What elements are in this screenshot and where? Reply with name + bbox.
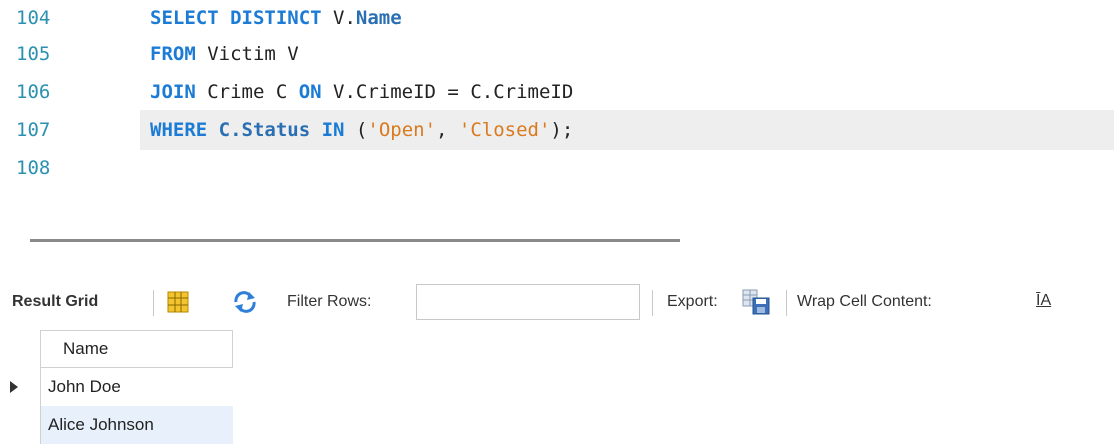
wrap-cell-content-label: Wrap Cell Content: — [797, 293, 932, 310]
line-number: 108 — [16, 157, 51, 179]
table-row[interactable]: Alice Johnson — [40, 406, 233, 444]
sql-keyword: WHERE — [150, 119, 219, 141]
export-icon[interactable] — [742, 289, 770, 315]
sql-identifier: C.Status — [218, 119, 322, 141]
sql-text: ( — [355, 119, 368, 141]
sql-text: , — [436, 119, 459, 141]
sql-keyword: IN — [321, 119, 356, 141]
refresh-icon[interactable] — [232, 291, 258, 313]
sql-text: V.CrimeID = C.CrimeID — [333, 81, 574, 103]
line-number: 107 — [16, 119, 51, 141]
result-grid-icon[interactable] — [167, 291, 189, 313]
sql-text: ); — [550, 119, 574, 141]
result-toolbar: Result Grid Filter Rows: Export: Wrap Ce… — [0, 280, 1114, 326]
sql-text: V. — [333, 7, 356, 29]
code-line[interactable]: SELECT DISTINCT V.Name — [150, 0, 402, 37]
filter-rows-input[interactable] — [416, 284, 640, 320]
toolbar-separator — [153, 290, 154, 316]
sql-keyword: SELECT DISTINCT — [150, 7, 334, 29]
toolbar-separator — [786, 290, 787, 316]
wrap-cell-content-icon[interactable]: ĪA — [1036, 292, 1051, 310]
result-grid-tab[interactable]: Result Grid — [12, 293, 98, 311]
column-header-name[interactable]: Name — [40, 330, 233, 368]
code-line[interactable]: JOIN Crime C ON V.CrimeID = C.CrimeID — [150, 73, 573, 111]
current-row-indicator-icon — [10, 381, 18, 393]
table-row[interactable]: John Doe — [40, 368, 233, 406]
line-number: 106 — [16, 81, 51, 103]
line-number: 104 — [16, 7, 51, 29]
line-number: 105 — [16, 43, 51, 65]
sql-string: 'Closed' — [458, 119, 551, 141]
sql-text: Crime C — [207, 81, 299, 103]
sql-string: 'Open' — [367, 119, 437, 141]
sql-identifier: Name — [355, 7, 402, 29]
filter-rows-label: Filter Rows: — [287, 293, 372, 310]
sql-keyword: FROM — [150, 43, 208, 65]
sql-keyword: ON — [298, 81, 334, 103]
code-line[interactable]: WHERE C.Status IN ('Open', 'Closed'); — [150, 111, 573, 149]
sql-text: Victim V — [207, 43, 299, 65]
export-label: Export: — [667, 293, 718, 310]
code-line[interactable]: FROM Victim V — [150, 35, 299, 73]
sql-editor[interactable]: 104 SELECT DISTINCT V.Name 105 FROM Victim … — [0, 0, 1114, 225]
toolbar-separator — [652, 290, 653, 316]
sql-keyword: JOIN — [150, 81, 208, 103]
splitter[interactable] — [30, 239, 680, 242]
